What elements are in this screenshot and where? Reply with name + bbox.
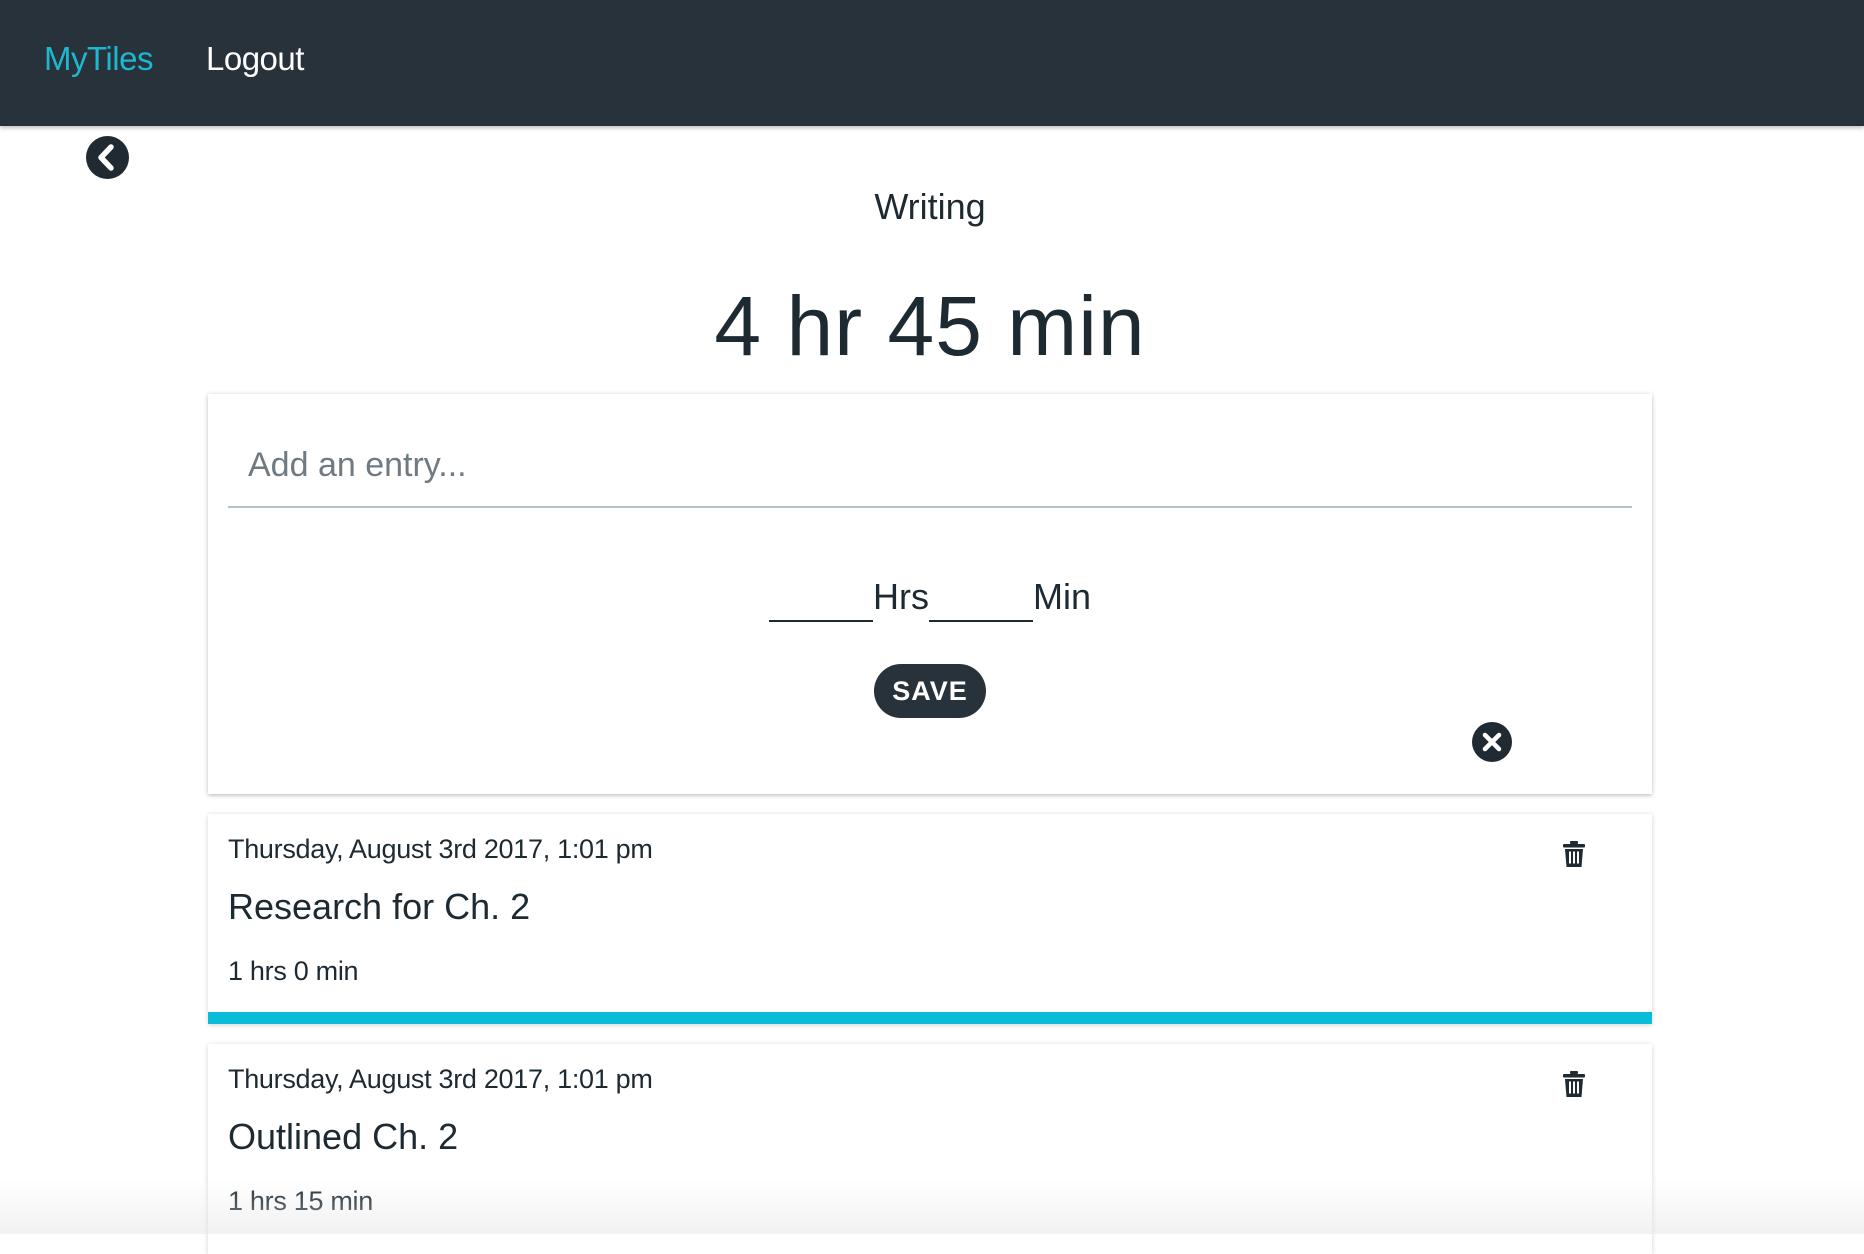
time-input-row: Hrs Min xyxy=(208,562,1652,622)
add-entry-form: Hrs Min SAVE xyxy=(208,394,1652,794)
minutes-input[interactable] xyxy=(928,576,1033,622)
hours-label: Hrs xyxy=(872,576,929,617)
entry-accent-bar xyxy=(208,1012,1652,1024)
entry-date: Thursday, August 3rd 2017, 1:01 pm xyxy=(228,1064,653,1094)
logout-link[interactable]: Logout xyxy=(206,40,304,78)
close-form-button[interactable] xyxy=(1472,722,1512,762)
tile-title: Writing xyxy=(874,186,986,227)
chevron-left-icon xyxy=(98,144,114,171)
back-button[interactable] xyxy=(86,136,129,179)
hours-input[interactable] xyxy=(768,576,873,622)
delete-entry-button[interactable] xyxy=(1562,840,1586,868)
entry-duration: 1 hrs 0 min xyxy=(228,956,359,986)
entry-date: Thursday, August 3rd 2017, 1:01 pm xyxy=(228,834,653,864)
trash-icon xyxy=(1563,1071,1585,1097)
delete-entry-button[interactable] xyxy=(1562,1070,1586,1098)
top-navbar: MyTiles Logout xyxy=(0,0,1864,126)
entry-title: Research for Ch. 2 xyxy=(228,886,531,927)
entry-card: Thursday, August 3rd 2017, 1:01 pm Resea… xyxy=(208,814,1652,1024)
entry-title: Outlined Ch. 2 xyxy=(228,1116,459,1157)
brand-link[interactable]: MyTiles xyxy=(44,40,153,78)
trash-icon xyxy=(1563,841,1585,867)
entry-duration: 1 hrs 15 min xyxy=(228,1186,373,1216)
total-time: 4 hr 45 min xyxy=(714,279,1146,373)
entry-card: Thursday, August 3rd 2017, 1:01 pm Outli… xyxy=(208,1044,1652,1254)
entry-description-input[interactable] xyxy=(228,424,1632,508)
close-icon xyxy=(1482,732,1502,752)
minutes-label: Min xyxy=(1032,576,1091,617)
save-button[interactable]: SAVE xyxy=(874,664,986,718)
